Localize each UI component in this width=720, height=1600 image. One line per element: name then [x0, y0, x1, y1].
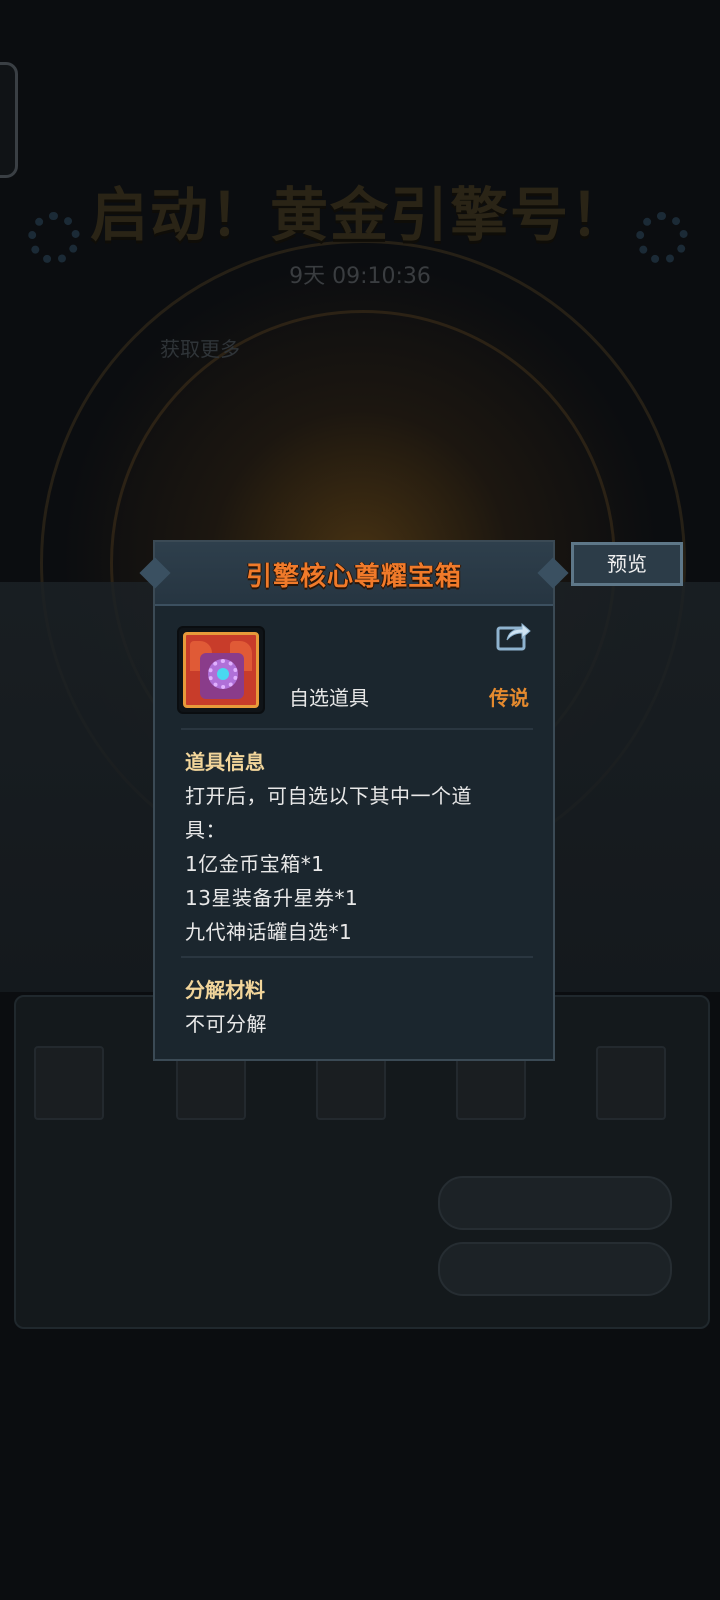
- popup-title: 引擎核心尊耀宝箱: [245, 562, 462, 592]
- item-info-line: 1亿金币宝箱*1: [185, 852, 325, 876]
- item-info-line: 九代神话罐自选*1: [185, 920, 353, 944]
- item-info-line: 打开后，可自选以下其中一个道: [185, 784, 472, 808]
- reward-slot: [596, 1046, 666, 1120]
- item-info-line: 具：: [185, 818, 226, 842]
- treasure-chest-icon: [183, 632, 259, 708]
- preview-button[interactable]: 预览: [571, 542, 683, 586]
- item-type-label: 自选道具: [289, 686, 369, 710]
- decompose-heading: 分解材料: [185, 978, 265, 1002]
- item-info-popup: 引擎核心尊耀宝箱 自选道具 传说 道具信息 打开后，可自选以下其中一个道 具： …: [153, 540, 555, 1061]
- decompose-value: 不可分解: [185, 1012, 267, 1036]
- get-more-link: 获取更多: [160, 337, 240, 361]
- popup-header: 引擎核心尊耀宝箱: [155, 542, 553, 606]
- share-icon[interactable]: [495, 618, 531, 652]
- item-rarity-label: 传说: [489, 686, 529, 710]
- item-icon-frame: [177, 626, 265, 714]
- open-ten-button-bg: [438, 1242, 672, 1296]
- item-info-heading: 道具信息: [185, 750, 265, 774]
- reward-slot: [34, 1046, 104, 1120]
- open-one-button-bg: [438, 1176, 672, 1230]
- side-tab-handle: [0, 62, 18, 178]
- divider: [181, 728, 533, 730]
- event-title: 启动！黄金引擎号！: [89, 181, 630, 249]
- divider: [181, 956, 533, 958]
- item-info-line: 13星装备升星券*1: [185, 886, 359, 910]
- event-timer: 9天 09:10:36: [289, 264, 431, 289]
